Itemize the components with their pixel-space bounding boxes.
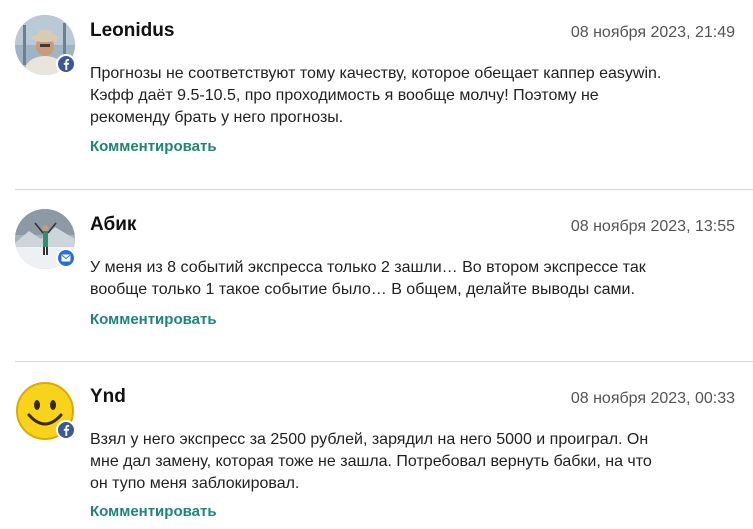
comment-reply-link[interactable]: Комментировать xyxy=(90,503,217,520)
comment-reply-link[interactable]: Комментировать xyxy=(90,311,217,328)
comment-text: У меня из 8 событий экспресса только 2 з… xyxy=(90,259,646,298)
comment-date: 08 ноября 2023, 13:55 xyxy=(570,218,735,235)
comment-date: 08 ноября 2023, 21:49 xyxy=(570,24,735,41)
comment-text: Прогнозы не соответствуют тому качеству,… xyxy=(90,65,662,126)
mail-icon xyxy=(61,254,71,262)
avatar[interactable] xyxy=(15,381,76,441)
comment-author: Абик xyxy=(90,214,137,235)
comment-reply-link[interactable]: Комментировать xyxy=(90,138,217,155)
comment-author: Leonidus xyxy=(90,20,175,41)
comment-text: Взял у него экспресс за 2500 рублей, зар… xyxy=(90,431,652,492)
divider xyxy=(15,189,753,190)
avatar[interactable] xyxy=(15,15,76,75)
facebook-icon xyxy=(63,59,70,70)
avatar[interactable] xyxy=(15,209,76,269)
facebook-badge xyxy=(56,420,76,440)
comment-author: Ynd xyxy=(90,386,126,407)
facebook-badge xyxy=(56,54,76,74)
divider xyxy=(15,361,753,362)
comment-date: 08 ноября 2023, 00:33 xyxy=(570,390,735,407)
mail-badge xyxy=(56,248,76,268)
facebook-icon xyxy=(63,425,70,436)
